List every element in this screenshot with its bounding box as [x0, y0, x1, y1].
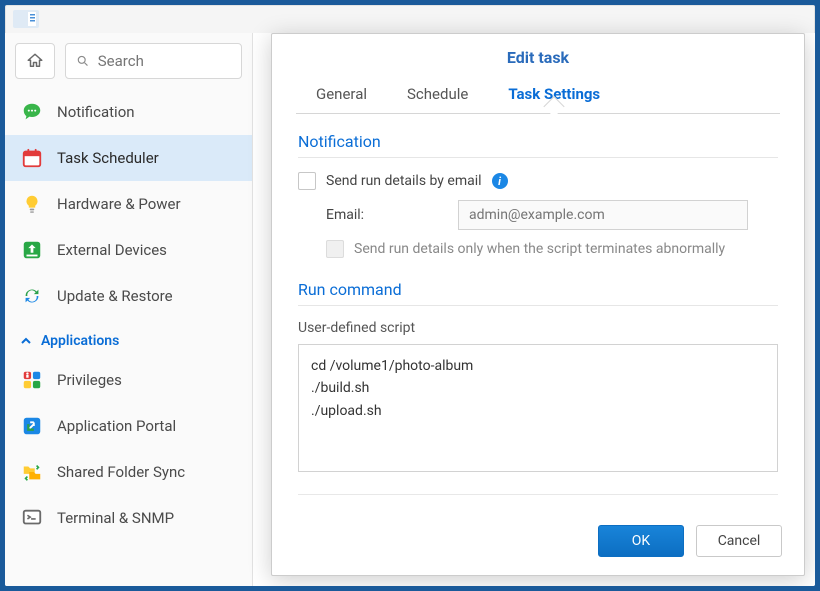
- email-input[interactable]: [458, 200, 748, 230]
- home-icon: [26, 52, 44, 70]
- sidebar-item-terminal-snmp[interactable]: Terminal & SNMP: [5, 495, 252, 541]
- sidebar-item-label: Hardware & Power: [57, 195, 181, 213]
- bulb-icon: [21, 193, 43, 215]
- sidebar-item-label: Update & Restore: [57, 287, 173, 305]
- user-script-textarea[interactable]: [298, 344, 778, 472]
- sidebar-item-label: External Devices: [57, 241, 167, 259]
- search-input[interactable]: [98, 52, 231, 70]
- email-label: Email:: [326, 207, 446, 223]
- sidebar-item-label: Application Portal: [57, 417, 176, 435]
- checkbox-abnormal-label: Send run details only when the script te…: [354, 241, 725, 257]
- portal-icon: [21, 415, 43, 437]
- sidebar-item-label: Privileges: [57, 371, 122, 389]
- calendar-icon: [21, 147, 43, 169]
- folder-sync-icon: [21, 461, 43, 483]
- tab-general[interactable]: General: [296, 77, 387, 113]
- tab-task-settings[interactable]: Task Settings: [488, 77, 620, 113]
- sidebar: Notification Task Scheduler Hardware & P…: [5, 33, 253, 586]
- app-logo-icon: [13, 10, 39, 28]
- upload-device-icon: [21, 239, 43, 261]
- sidebar-item-label: Notification: [57, 103, 135, 121]
- sidebar-item-label: Terminal & SNMP: [57, 509, 174, 527]
- section-notification-title: Notification: [298, 132, 778, 158]
- chat-icon: [21, 101, 43, 123]
- terminal-icon: [21, 507, 43, 529]
- sync-icon: [21, 285, 43, 307]
- sidebar-item-notification[interactable]: Notification: [5, 89, 252, 135]
- checkbox-abnormal-only: [326, 240, 344, 258]
- tab-schedule[interactable]: Schedule: [387, 77, 488, 113]
- cancel-button[interactable]: Cancel: [696, 525, 782, 557]
- section-label: Applications: [41, 333, 119, 349]
- sidebar-item-label: Task Scheduler: [57, 149, 159, 167]
- sidebar-item-application-portal[interactable]: Application Portal: [5, 403, 252, 449]
- modal-tabs: General Schedule Task Settings: [296, 77, 780, 114]
- ok-button[interactable]: OK: [598, 525, 684, 557]
- home-button[interactable]: [15, 43, 55, 79]
- checkbox-send-run-details[interactable]: [298, 172, 316, 190]
- sidebar-item-task-scheduler[interactable]: Task Scheduler: [5, 135, 252, 181]
- checkbox-label: Send run details by email: [326, 173, 482, 189]
- privileges-icon: [21, 369, 43, 391]
- sidebar-item-label: Shared Folder Sync: [57, 463, 185, 481]
- info-icon[interactable]: i: [492, 173, 508, 189]
- search-icon: [76, 53, 90, 69]
- sidebar-item-hardware-power[interactable]: Hardware & Power: [5, 181, 252, 227]
- section-run-command-title: Run command: [298, 280, 778, 306]
- edit-task-modal: Edit task General Schedule Task Settings…: [271, 33, 805, 576]
- sidebar-section-applications[interactable]: Applications: [5, 319, 252, 357]
- divider: [298, 494, 778, 495]
- sidebar-item-update-restore[interactable]: Update & Restore: [5, 273, 252, 319]
- modal-title: Edit task: [272, 34, 804, 77]
- search-field[interactable]: [65, 43, 242, 79]
- sidebar-item-privileges[interactable]: Privileges: [5, 357, 252, 403]
- user-script-label: User-defined script: [298, 320, 778, 336]
- sidebar-item-external-devices[interactable]: External Devices: [5, 227, 252, 273]
- chevron-up-icon: [21, 336, 31, 346]
- sidebar-item-shared-folder-sync[interactable]: Shared Folder Sync: [5, 449, 252, 495]
